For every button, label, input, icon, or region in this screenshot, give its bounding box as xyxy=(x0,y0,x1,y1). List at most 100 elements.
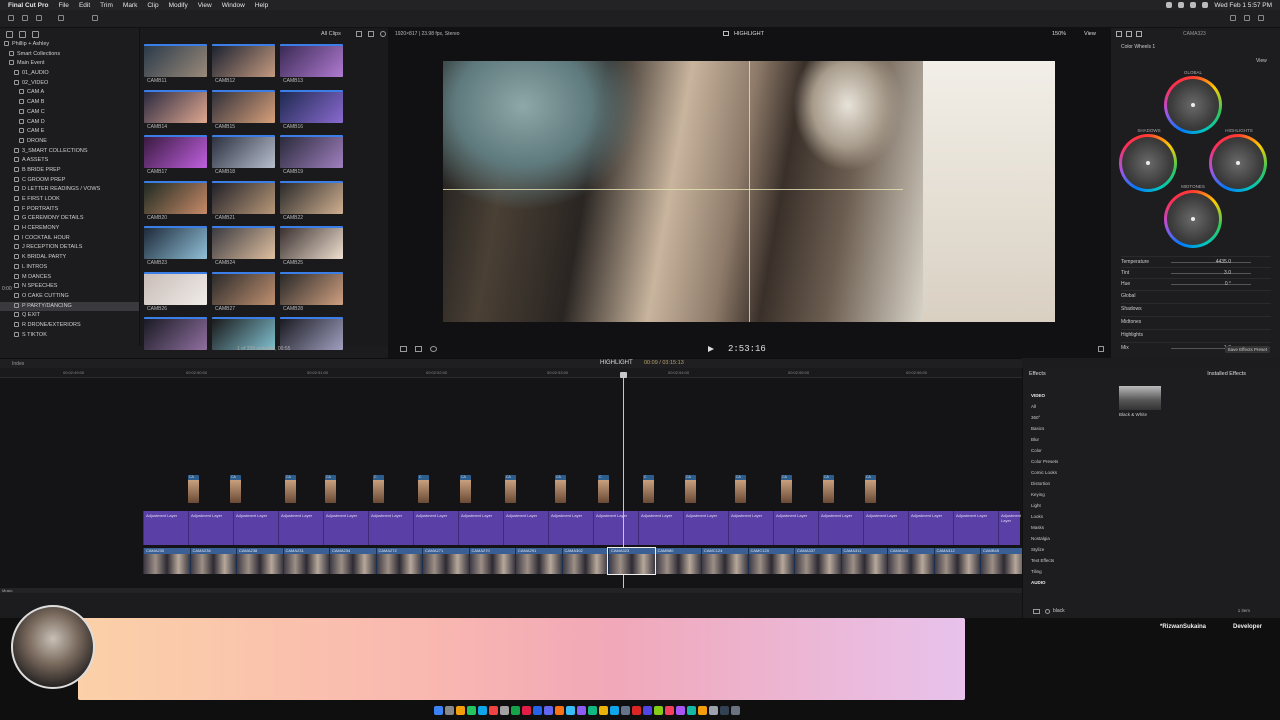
global-wheel[interactable] xyxy=(1164,76,1222,134)
clip-appearance-icon[interactable] xyxy=(368,31,374,37)
connected-clip[interactable]: C xyxy=(418,475,429,503)
search-icon[interactable] xyxy=(1202,2,1209,8)
search-icon[interactable] xyxy=(380,31,386,37)
dock-app-icon[interactable] xyxy=(698,705,707,715)
dock-app-icon[interactable] xyxy=(654,705,663,715)
storyline-clip[interactable]: CAMA236 xyxy=(189,548,236,574)
clip-tile[interactable]: CAMB14 xyxy=(144,89,207,136)
inspector-row[interactable]: Highlights xyxy=(1121,329,1271,340)
menu-item-clip[interactable]: Clip xyxy=(147,2,158,9)
library-item[interactable]: 01_AUDIO xyxy=(0,69,139,79)
library-item[interactable]: J RECEPTION DETAILS xyxy=(0,243,139,253)
wifi-icon[interactable] xyxy=(1178,2,1185,8)
storyline-clip[interactable]: CAMA302 xyxy=(561,548,608,574)
storyline-clip[interactable]: CAMC124 xyxy=(701,548,748,574)
effects-category[interactable]: Tiling xyxy=(1031,569,1042,574)
library-item[interactable]: B BRIDE PREP xyxy=(0,166,139,176)
library-item[interactable]: F PORTRAITS xyxy=(0,205,139,215)
adjustment-layer-clip[interactable]: Adjustment Layer xyxy=(638,511,683,545)
storyline-clip[interactable]: CAMA291 xyxy=(515,548,562,574)
filmstrip-view-icon[interactable] xyxy=(356,31,362,37)
clip-tile[interactable]: CAMB24 xyxy=(212,226,275,272)
library-item[interactable]: H CEREMONY xyxy=(0,224,139,234)
color-inspector-icon[interactable] xyxy=(1136,31,1142,37)
clip-tile[interactable]: CAMB26 xyxy=(144,271,207,318)
menu-item-help[interactable]: Help xyxy=(255,2,268,9)
connected-clip[interactable]: CA xyxy=(735,475,746,503)
titles-icon[interactable] xyxy=(32,30,39,38)
timeline[interactable]: CA CA CA CA C C CA CA CA C C CA CA CA CA CA Adjustment … xyxy=(0,372,1036,593)
effects-category[interactable]: Text Effects xyxy=(1031,558,1054,563)
library-item[interactable]: Phillip + Ashley xyxy=(0,40,139,50)
adjustment-layer-clip[interactable]: Adjustment Layer xyxy=(593,511,638,545)
index-button[interactable]: Index xyxy=(12,361,24,367)
dock-app-icon[interactable] xyxy=(709,705,718,715)
enhance-icon[interactable] xyxy=(415,346,422,352)
dock-app-icon[interactable] xyxy=(522,705,531,715)
keyword-icon[interactable] xyxy=(22,15,28,21)
background-tasks-icon[interactable] xyxy=(36,15,42,21)
connected-clip[interactable]: C xyxy=(373,475,384,503)
library-item[interactable]: K BRIDAL PARTY xyxy=(0,253,139,263)
clip-tile[interactable]: CAMB25 xyxy=(280,226,343,272)
clip-tile[interactable]: CAMB15 xyxy=(212,89,275,136)
library-item[interactable]: C GROOM PREP xyxy=(0,176,139,186)
adjustment-layer-clip[interactable]: Adjustment Layer xyxy=(188,511,233,545)
library-item[interactable]: D LETTER READINGS / VOWS xyxy=(0,185,139,195)
adjustment-layer-clip[interactable]: Adjustment Layer xyxy=(863,511,908,545)
fullscreen-icon[interactable] xyxy=(1098,346,1104,352)
control-center-icon[interactable] xyxy=(1166,2,1173,8)
storyline-clip[interactable]: CAMA234 xyxy=(329,548,376,574)
library-item[interactable]: O CAKE CUTTING xyxy=(0,292,139,302)
inspector-row[interactable]: Global xyxy=(1121,290,1271,301)
adjustment-layer-clip[interactable]: Adjustment Layer xyxy=(953,511,998,545)
effects-category[interactable]: AUDIO xyxy=(1031,580,1046,585)
clip-tile[interactable]: CAMB13 xyxy=(280,44,343,90)
library-item[interactable]: CAM C xyxy=(0,108,139,118)
library-item[interactable]: A ASSETS xyxy=(0,156,139,166)
share-icon[interactable] xyxy=(92,15,98,21)
library-item[interactable]: R DRONE/EXTERIORS xyxy=(0,321,139,331)
dock-app-icon[interactable] xyxy=(588,705,597,715)
parameter-slider[interactable] xyxy=(1171,284,1251,285)
info-icon[interactable] xyxy=(1116,31,1122,37)
dock-app-icon[interactable] xyxy=(643,705,652,715)
dock-app-icon[interactable] xyxy=(500,705,509,715)
speed-icon[interactable] xyxy=(430,346,437,352)
effects-category[interactable]: Light xyxy=(1031,503,1041,508)
dock-app-icon[interactable] xyxy=(533,705,542,715)
library-item[interactable]: 02_VIDEO xyxy=(0,79,139,89)
connected-clip[interactable]: CA xyxy=(188,475,199,503)
menu-item-mark[interactable]: Mark xyxy=(123,2,137,9)
effects-category[interactable]: Comic Looks xyxy=(1031,470,1057,475)
adjustment-layer-clip[interactable]: Adjustment Layer xyxy=(503,511,548,545)
effects-category[interactable]: Looks xyxy=(1031,514,1043,519)
inspector-row[interactable]: Shadows xyxy=(1121,303,1271,314)
adjustment-layer-clip[interactable]: Adjustment Layer xyxy=(368,511,413,545)
video-frame[interactable] xyxy=(443,61,1055,322)
effects-category[interactable]: Keying xyxy=(1031,492,1045,497)
parameter-slider[interactable] xyxy=(1171,273,1251,274)
dock-app-icon[interactable] xyxy=(489,705,498,715)
inspector-toggle-icon[interactable] xyxy=(1230,15,1236,21)
analysis-icon[interactable] xyxy=(58,15,64,21)
inspector-row[interactable]: Midtones xyxy=(1121,316,1271,327)
wheels-view-menu[interactable]: View xyxy=(1256,58,1267,64)
adjustment-layer-clip[interactable]: Adjustment Layer xyxy=(818,511,863,545)
share-export-icon[interactable] xyxy=(1258,15,1264,21)
clip-tile[interactable]: CAMB28 xyxy=(280,271,343,318)
connected-clip[interactable]: CA xyxy=(325,475,336,503)
dock-app-icon[interactable] xyxy=(610,705,619,715)
clip-filter[interactable]: All Clips xyxy=(321,31,341,37)
black-white-effect-thumbnail[interactable] xyxy=(1119,386,1161,410)
connected-clip[interactable]: CA xyxy=(285,475,296,503)
adjustment-layer-clip[interactable]: Adjustment Layer xyxy=(548,511,593,545)
adjustment-layer-clip[interactable]: Adjustment Layer xyxy=(278,511,323,545)
library-item[interactable]: CAM E xyxy=(0,127,139,137)
dock-app-icon[interactable] xyxy=(544,705,553,715)
sidebar-toggle-icon[interactable] xyxy=(1033,609,1040,614)
clip-tile[interactable]: CAMB19 xyxy=(280,135,343,181)
effects-category[interactable]: 360° xyxy=(1031,415,1040,420)
connected-clip[interactable]: C xyxy=(598,475,609,503)
menu-item-window[interactable]: Window xyxy=(222,2,245,9)
